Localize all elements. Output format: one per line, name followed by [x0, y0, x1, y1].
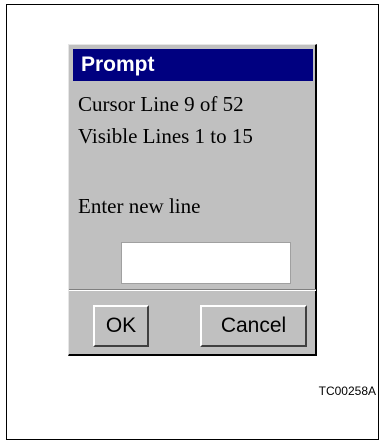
dialog-title: Prompt — [73, 49, 313, 81]
visible-lines-status: Visible Lines 1 to 15 — [78, 124, 253, 148]
cursor-line-status: Cursor Line 9 of 52 — [78, 92, 244, 116]
new-line-input[interactable] — [121, 242, 291, 284]
prompt-dialog: Prompt Cursor Line 9 of 52 Visible Lines… — [68, 44, 317, 356]
enter-line-label: Enter new line — [78, 194, 201, 218]
ok-button[interactable]: OK — [93, 305, 149, 347]
cancel-button[interactable]: Cancel — [200, 305, 307, 347]
figure-reference-code: TC00258A — [318, 384, 376, 398]
button-bar: OK Cancel — [69, 289, 316, 355]
